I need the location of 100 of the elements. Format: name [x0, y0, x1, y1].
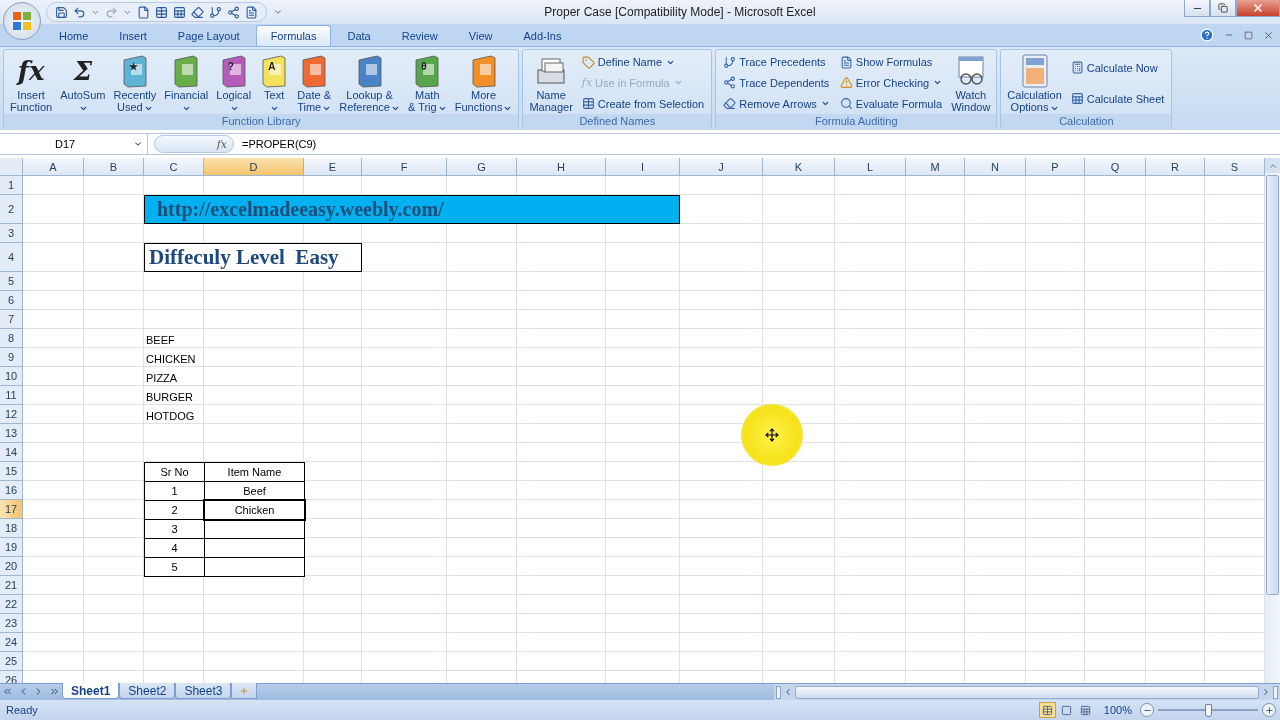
table-icon[interactable]: [155, 5, 168, 19]
ribbon-button[interactable]: Create from Selection: [579, 96, 707, 112]
select-all-corner[interactable]: [0, 158, 23, 176]
ribbon-tab[interactable]: Home: [44, 25, 104, 46]
row-header[interactable]: 13: [0, 424, 23, 443]
ribbon-button[interactable]: Calculation Options: [1004, 52, 1065, 114]
ribbon-button[interactable]: Calculate Sheet: [1068, 91, 1167, 106]
insert-sheet-button[interactable]: [231, 683, 258, 699]
column-header[interactable]: A: [23, 158, 84, 176]
ribbon-tab[interactable]: View: [453, 25, 508, 46]
column-header[interactable]: K: [763, 158, 835, 176]
row-header[interactable]: 16: [0, 481, 23, 500]
restore-button[interactable]: [1210, 0, 1236, 17]
ribbon-button[interactable]: Financial: [161, 52, 212, 114]
ribbon-button[interactable]: Watch Window: [948, 52, 994, 114]
row-header[interactable]: 6: [0, 291, 23, 310]
row-header[interactable]: 19: [0, 538, 23, 557]
view-button[interactable]: [1038, 702, 1056, 718]
nodes-icon[interactable]: [227, 5, 240, 19]
row-header[interactable]: 15: [0, 462, 23, 481]
redo-icon[interactable]: [105, 5, 118, 19]
row-header[interactable]: 9: [0, 348, 23, 367]
split-handle[interactable]: [1273, 685, 1278, 699]
ribbon-button[interactable]: Calculate Now: [1068, 60, 1167, 75]
row-header[interactable]: 23: [0, 614, 23, 633]
ribbon-button[interactable]: A Text: [256, 52, 293, 114]
ribbon-button[interactable]: Evaluate Formula: [837, 96, 945, 112]
split-handle[interactable]: [776, 685, 781, 699]
column-header[interactable]: G: [447, 158, 517, 176]
ribbon-tab[interactable]: Page Layout: [162, 25, 255, 46]
ribbon-button[interactable]: Show Formulas: [837, 54, 945, 70]
row-header[interactable]: 17: [0, 500, 23, 519]
vertical-scrollbar[interactable]: [1265, 158, 1280, 683]
save-icon[interactable]: [55, 5, 68, 19]
close-button[interactable]: [1236, 0, 1280, 17]
column-header[interactable]: D: [204, 158, 304, 176]
row-header[interactable]: 8: [0, 329, 23, 348]
ribbon-button[interactable]: Error Checking: [837, 75, 945, 91]
close-icon[interactable]: [1263, 29, 1274, 41]
row-header[interactable]: 14: [0, 443, 23, 462]
ribbon-tab[interactable]: Add-Ins: [508, 25, 577, 46]
zoom-thumb[interactable]: [1205, 703, 1212, 717]
scroll-up-button[interactable]: [1265, 158, 1280, 173]
column-header[interactable]: E: [304, 158, 362, 176]
scroll-left-icon[interactable]: [783, 687, 793, 697]
row-header[interactable]: 24: [0, 633, 23, 652]
column-header[interactable]: H: [517, 158, 606, 176]
column-header[interactable]: M: [906, 158, 965, 176]
row-header[interactable]: 4: [0, 243, 23, 272]
row-header[interactable]: 21: [0, 576, 23, 595]
ribbon-button[interactable]: Name Manager: [526, 52, 576, 114]
ribbon-button[interactable]: Trace Precedents: [721, 54, 832, 70]
help-icon[interactable]: [1200, 28, 1214, 42]
zoom-in-button[interactable]: [1262, 703, 1276, 717]
column-header[interactable]: C: [144, 158, 204, 176]
column-header[interactable]: P: [1026, 158, 1085, 176]
minimize-button[interactable]: [1184, 0, 1210, 17]
name-box[interactable]: D17: [0, 134, 148, 154]
sheet-tab[interactable]: Sheet1: [62, 683, 120, 699]
row-header[interactable]: 3: [0, 224, 23, 243]
scroll-right-icon[interactable]: [1261, 687, 1271, 697]
ribbon-button[interactable]: θ Math & Trig: [404, 52, 450, 114]
column-header[interactable]: J: [680, 158, 763, 176]
ribbon-button[interactable]: ? Logical: [213, 52, 255, 114]
first-sheet-icon[interactable]: [2, 686, 14, 697]
ribbon-button[interactable]: Define Name: [579, 54, 707, 70]
sheet-icon[interactable]: [173, 5, 186, 19]
ribbon-tab[interactable]: Review: [386, 25, 453, 46]
undo-icon[interactable]: [73, 5, 86, 19]
restore-icon[interactable]: [1244, 30, 1253, 40]
ribbon-tab[interactable]: Insert: [104, 25, 162, 46]
column-header[interactable]: R: [1146, 158, 1205, 176]
ribbon-tab[interactable]: Data: [332, 25, 386, 46]
ribbon-button[interactable]: Σ AutoSum: [57, 52, 109, 114]
column-header[interactable]: B: [84, 158, 144, 176]
branch-icon[interactable]: [209, 5, 222, 19]
row-header[interactable]: 5: [0, 272, 23, 291]
column-header[interactable]: N: [965, 158, 1026, 176]
row-header[interactable]: 7: [0, 310, 23, 329]
ribbon-button[interactable]: Trace Dependents: [721, 75, 832, 91]
insert-function-button[interactable]: fx: [154, 135, 234, 153]
caret-icon[interactable]: [273, 7, 283, 17]
ribbon-button[interactable]: ★ Recently Used: [110, 52, 160, 114]
column-header[interactable]: F: [362, 158, 447, 176]
row-header[interactable]: 18: [0, 519, 23, 538]
new-document-icon[interactable]: [137, 5, 150, 19]
ribbon-button[interactable]: Remove Arrows: [721, 96, 832, 112]
last-sheet-icon[interactable]: [48, 686, 60, 697]
sheet-tab[interactable]: Sheet3: [175, 683, 232, 699]
ribbon-tab[interactable]: Formulas: [255, 25, 332, 46]
row-header[interactable]: 11: [0, 386, 23, 405]
formula-field[interactable]: =PROPER(C9): [242, 138, 317, 150]
row-header[interactable]: 25: [0, 652, 23, 671]
document-icon[interactable]: [245, 5, 258, 19]
zoom-slider[interactable]: [1155, 702, 1261, 718]
column-header[interactable]: S: [1205, 158, 1265, 176]
eraser-icon[interactable]: [191, 5, 204, 19]
column-header[interactable]: Q: [1085, 158, 1146, 176]
row-header[interactable]: 1: [0, 176, 23, 195]
ribbon-button[interactable]: fx Insert Function: [7, 52, 56, 114]
